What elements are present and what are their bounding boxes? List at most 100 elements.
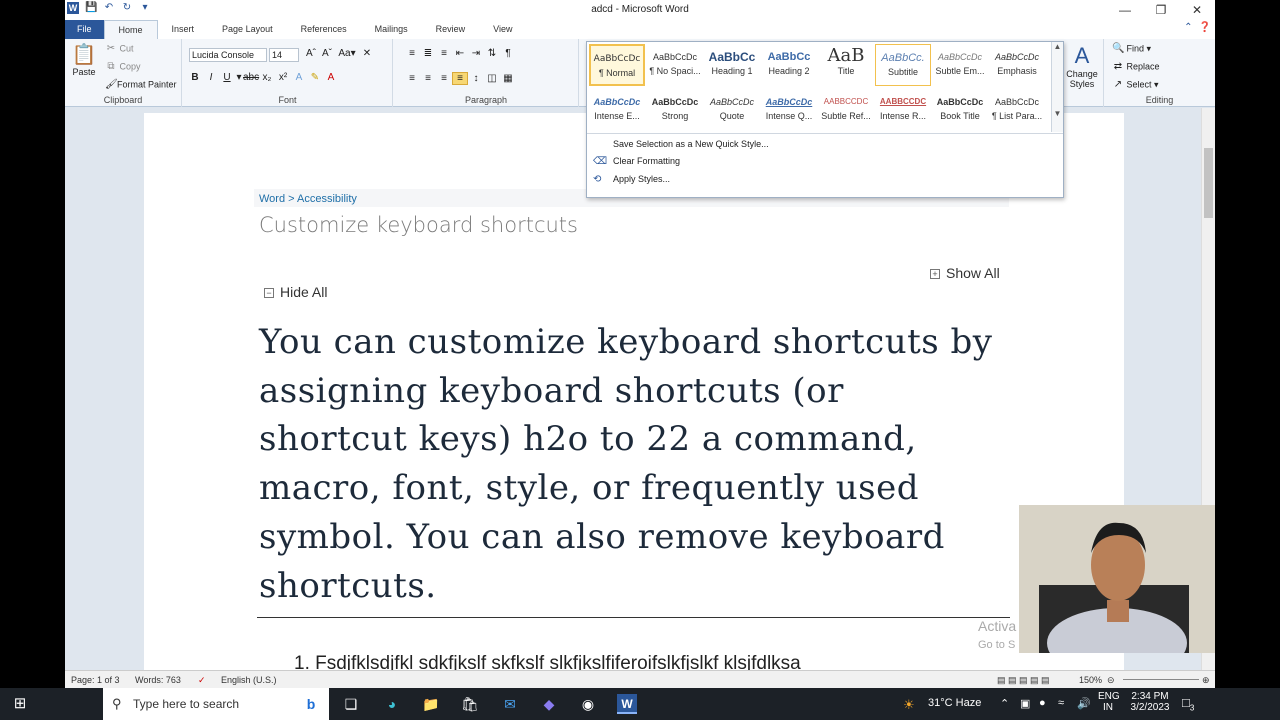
shading-icon[interactable]: ◫ [484,73,500,84]
language-indicator[interactable]: ENG IN [1098,691,1120,713]
grow-font-icon[interactable]: Aˆ [303,48,319,59]
scroll-down-icon[interactable]: ▼ [1052,109,1063,118]
decrease-indent-icon[interactable]: ⇤ [452,48,468,59]
style-strong[interactable]: AaBbCcDc Strong [647,89,703,131]
style-book-title[interactable]: AaBbCcDc Book Title [932,89,988,131]
align-left-icon[interactable]: ≡ [404,73,420,84]
paste-button[interactable]: 📋 Paste [71,43,97,77]
wifi-icon[interactable]: ≈ [1058,697,1064,709]
apply-styles-item[interactable]: ⟲ Apply Styles... [593,174,670,185]
font-name-combo[interactable]: Lucida Console [189,48,267,62]
volume-icon[interactable]: 🔊 [1077,697,1091,710]
style-subtle-emphasis[interactable]: AaBbCcDc Subtle Em... [932,44,988,86]
windows-start-icon[interactable]: ⊞ [0,688,40,720]
highlight-icon[interactable]: ✎ [307,72,323,83]
subscript-icon[interactable]: x₂ [259,72,275,83]
align-center-icon[interactable]: ≡ [420,73,436,84]
sort-icon[interactable]: ⇅ [484,48,500,59]
justify-icon[interactable]: ≡ [452,72,468,85]
select-button[interactable]: ↗ Select ▾ [1112,79,1159,91]
restore-icon[interactable]: ❐ [1143,0,1179,20]
style-title[interactable]: AaB Title [818,44,874,86]
tab-insert[interactable]: Insert [158,20,209,39]
replace-button[interactable]: ⇄ Replace [1112,61,1160,73]
show-marks-icon[interactable]: ¶ [500,48,516,59]
style-heading-1[interactable]: AaBbCc Heading 1 [704,44,760,86]
style-list-paragraph[interactable]: AaBbCcDc ¶ List Para... [989,89,1045,131]
zoom-out-icon[interactable]: ⊝ [1107,675,1115,686]
strikethrough-icon[interactable]: abc [243,72,259,83]
clock[interactable]: 2:34 PM 3/2/2023 [1125,691,1175,713]
weather-text[interactable]: 31°C Haze [928,697,981,709]
notification-icon[interactable]: □3 [1182,695,1194,713]
change-styles-button[interactable]: A Change Styles [1065,43,1099,89]
font-color-icon[interactable]: A [323,72,339,83]
help-icon[interactable]: ❓ [1199,22,1211,33]
align-right-icon[interactable]: ≡ [436,73,452,84]
tab-references[interactable]: References [287,20,361,39]
line-spacing-icon[interactable]: ↕ [468,73,484,84]
taskbar-search[interactable]: ⚲ Type here to search [103,688,329,720]
cut-button[interactable]: ✂ Cut [105,43,134,55]
change-case-icon[interactable]: Aa▾ [335,48,359,59]
borders-icon[interactable]: ▦ [500,73,516,84]
tab-file[interactable]: File [65,20,104,39]
underline-dropdown-icon[interactable]: ▾ [235,72,243,83]
shrink-font-icon[interactable]: Aˇ [319,48,335,59]
bing-icon[interactable]: b [301,694,321,714]
edge-icon[interactable]: ◕ [382,694,402,714]
language[interactable]: English (U.S.) [221,675,277,685]
style-subtitle[interactable]: AaBbCc. Subtitle [875,44,931,86]
close-icon[interactable]: ✕ [1179,0,1215,20]
copy-button[interactable]: ⧉ Copy [105,61,140,73]
hide-all-link[interactable]: − Hide All [264,284,327,300]
show-all-link[interactable]: + Show All [930,265,1000,281]
page-count[interactable]: Page: 1 of 3 [71,675,120,685]
tab-mailings[interactable]: Mailings [361,20,422,39]
italic-icon[interactable]: I [203,72,219,83]
superscript-icon[interactable]: x² [275,72,291,83]
style-intense-quote[interactable]: AaBbCcDc Intense Q... [761,89,817,131]
minimize-icon[interactable]: — [1107,0,1143,20]
tab-review[interactable]: Review [422,20,480,39]
zoom-in-icon[interactable]: ⊕ [1202,675,1210,686]
scroll-up-icon[interactable]: ▲ [1052,42,1063,51]
weather-icon[interactable]: ☀ [903,697,915,713]
underline-icon[interactable]: U [219,72,235,83]
scrollbar-thumb[interactable] [1204,148,1213,218]
tray-chevron-icon[interactable]: ⌃ [1000,697,1009,710]
proofing-icon[interactable]: ✓ [198,675,206,686]
zoom-level[interactable]: 150% [1079,675,1102,685]
tab-page-layout[interactable]: Page Layout [208,20,287,39]
tab-view[interactable]: View [479,20,526,39]
network-status-icon[interactable]: ▣ [1020,697,1030,710]
zoom-slider[interactable] [1123,679,1199,680]
word-count[interactable]: Words: 763 [135,675,181,685]
bullets-icon[interactable]: ≡ [404,48,420,59]
style-quote[interactable]: AaBbCcDc Quote [704,89,760,131]
multilevel-list-icon[interactable]: ≡ [436,48,452,59]
store-icon[interactable]: 🛍 [460,694,480,714]
chrome-icon[interactable]: ◉ [578,694,598,714]
mic-icon[interactable]: ● [1039,697,1046,709]
task-view-icon[interactable]: ❏ [341,694,361,714]
find-button[interactable]: 🔍 Find ▾ [1112,43,1151,55]
gallery-scrollbar[interactable]: ▲ ▼ [1051,42,1063,132]
breadcrumb[interactable]: Word > Accessibility [259,193,357,205]
file-explorer-icon[interactable]: 📁 [421,694,441,714]
mail-icon[interactable]: ✉ [500,694,520,714]
format-painter-button[interactable]: 🖌Format Painter [105,79,177,91]
clear-formatting-item[interactable]: ⌫ Clear Formatting [593,156,680,167]
text-effects-icon[interactable]: A [291,72,307,83]
app-icon[interactable]: ◆ [539,694,559,714]
style-subtle-reference[interactable]: AABBCCDC Subtle Ref... [818,89,874,131]
list-item[interactable]: 1. Fsdjfklsdjfkl sdkfjkslf skfkslf slkfj… [294,653,801,670]
tab-home[interactable]: Home [103,20,158,39]
word-taskbar-icon[interactable]: W [617,694,637,714]
bold-icon[interactable]: B [187,72,203,83]
style-intense-reference[interactable]: AABBCCDC Intense R... [875,89,931,131]
numbering-icon[interactable]: ≣ [420,48,436,59]
save-quick-style-item[interactable]: Save Selection as a New Quick Style... [593,139,769,149]
style-intense-emphasis[interactable]: AaBbCcDc Intense E... [589,89,645,131]
increase-indent-icon[interactable]: ⇥ [468,48,484,59]
